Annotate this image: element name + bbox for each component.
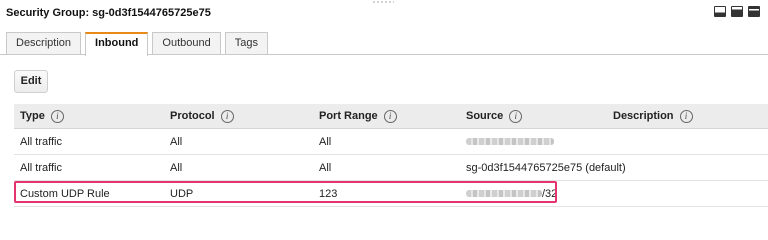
edit-button[interactable]: Edit	[14, 70, 48, 93]
tab-tags[interactable]: Tags	[224, 32, 268, 55]
column-header-port-range[interactable]: Port Range i	[319, 104, 397, 128]
cell-source: sg-0d3f1544765725e75 (default)	[466, 161, 626, 174]
table-row[interactable]: Custom UDP Rule UDP 123 /32	[14, 181, 768, 207]
tab-inbound[interactable]: Inbound	[85, 32, 149, 56]
redacted-source	[466, 138, 554, 145]
cell-port-range: 123	[319, 187, 338, 200]
view-toggle-group	[714, 6, 760, 17]
source-suffix: /32	[542, 187, 558, 200]
cell-protocol: All	[170, 135, 183, 148]
column-header-source[interactable]: Source i	[466, 104, 523, 128]
info-icon[interactable]: i	[50, 109, 64, 123]
split-view-full-icon[interactable]	[748, 6, 760, 17]
resize-handle[interactable]	[372, 0, 394, 4]
table-header-row: Type i Protocol i Port Range i Source i …	[14, 104, 768, 129]
cell-port-range: All	[319, 135, 332, 148]
tab-outbound[interactable]: Outbound	[152, 32, 221, 55]
info-icon[interactable]: i	[220, 109, 234, 123]
split-view-half-icon[interactable]	[731, 6, 743, 17]
cell-source: /32	[466, 181, 557, 206]
info-icon[interactable]: i	[383, 109, 397, 123]
info-icon[interactable]: i	[509, 109, 523, 123]
column-header-label: Port Range	[319, 110, 378, 122]
split-view-bottom-icon[interactable]	[714, 6, 726, 17]
info-icon[interactable]: i	[679, 109, 693, 123]
column-header-label: Type	[20, 110, 45, 122]
redacted-source	[466, 190, 542, 197]
inbound-rules-table: Type i Protocol i Port Range i Source i …	[14, 104, 768, 207]
cell-type: All traffic	[20, 161, 62, 174]
column-header-label: Protocol	[170, 110, 215, 122]
detail-header: Security Group: sg-0d3f1544765725e75	[0, 0, 768, 26]
cell-type: All traffic	[20, 135, 62, 148]
tab-description[interactable]: Description	[6, 32, 82, 55]
column-header-protocol[interactable]: Protocol i	[170, 104, 234, 128]
cell-port-range: All	[319, 161, 332, 174]
column-header-label: Source	[466, 110, 504, 122]
cell-protocol: All	[170, 161, 183, 174]
cell-type: Custom UDP Rule	[20, 187, 110, 200]
column-header-label: Description	[613, 110, 674, 122]
column-header-description[interactable]: Description i	[613, 104, 693, 128]
detail-tabs: Description Inbound Outbound Tags	[6, 32, 272, 56]
cell-source	[466, 129, 554, 154]
table-row[interactable]: All traffic All All	[14, 129, 768, 155]
security-group-title: Security Group: sg-0d3f1544765725e75	[6, 7, 211, 19]
cell-protocol: UDP	[170, 187, 194, 200]
table-row[interactable]: All traffic All All sg-0d3f1544765725e75…	[14, 155, 768, 181]
column-header-type[interactable]: Type i	[20, 104, 64, 128]
